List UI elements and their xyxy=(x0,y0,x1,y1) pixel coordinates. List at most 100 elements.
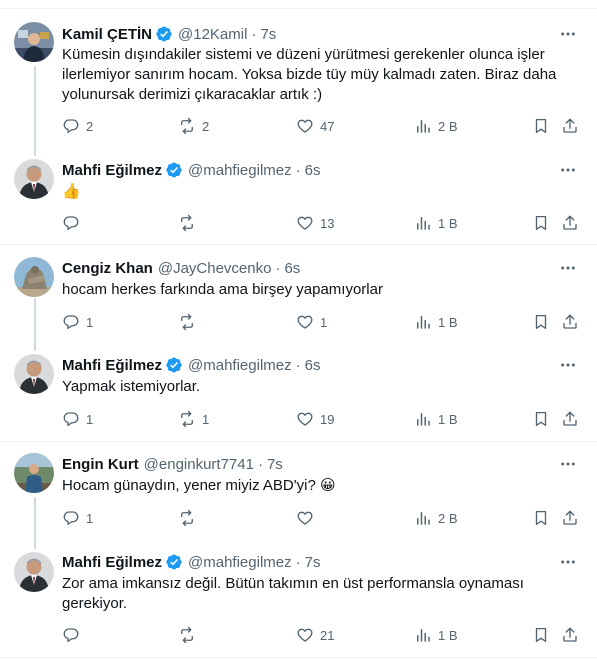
reply-button[interactable] xyxy=(62,213,86,233)
bookmark-button[interactable] xyxy=(532,116,550,136)
views-button[interactable]: 2 B xyxy=(414,508,458,528)
views-chart-icon xyxy=(417,512,430,525)
thread-connector-line xyxy=(34,66,36,156)
author-name[interactable]: Mahfi Eğilmez xyxy=(62,554,162,571)
avatar[interactable] xyxy=(14,552,54,592)
reply-button[interactable] xyxy=(62,625,86,645)
timestamp[interactable]: 6s xyxy=(305,357,321,374)
avatar[interactable] xyxy=(14,354,54,394)
user-avatar-photo-icon xyxy=(14,453,54,493)
like-button[interactable] xyxy=(296,508,320,528)
like-button[interactable]: 47 xyxy=(296,116,334,136)
avatar[interactable] xyxy=(14,159,54,199)
timestamp[interactable]: 7s xyxy=(305,554,321,571)
like-button[interactable]: 1 xyxy=(296,312,327,332)
tweet-text: Hocam günaydın, yener miyiz ABD'yi? 😀 xyxy=(62,477,336,494)
separator-dot: · xyxy=(295,356,301,374)
share-button[interactable] xyxy=(561,625,579,645)
share-icon xyxy=(563,510,577,525)
tweet-header: Kamil ÇETİN @12Kamil · 7s xyxy=(62,24,276,44)
author-name[interactable]: Cengiz Khan xyxy=(62,260,153,277)
like-button[interactable]: 13 xyxy=(296,213,334,233)
bookmark-button[interactable] xyxy=(532,409,550,429)
more-options-icon[interactable] xyxy=(558,24,578,44)
more-options-icon[interactable] xyxy=(558,160,578,180)
like-button[interactable]: 19 xyxy=(296,409,334,429)
author-handle[interactable]: @mahfiegilmez xyxy=(188,554,292,571)
tweet-header: Mahfi Eğilmez @mahfiegilmez · 6s xyxy=(62,160,320,180)
share-button[interactable] xyxy=(561,116,579,136)
retweet-button[interactable] xyxy=(178,508,202,528)
author-handle[interactable]: @mahfiegilmez xyxy=(188,357,292,374)
timestamp[interactable]: 6s xyxy=(305,162,321,179)
reply-button[interactable]: 1 xyxy=(62,312,93,332)
like-button[interactable]: 21 xyxy=(296,625,334,645)
views-button[interactable]: 2 B xyxy=(414,116,458,136)
author-name[interactable]: Engin Kurt xyxy=(62,456,139,473)
reply-button[interactable]: 1 xyxy=(62,409,93,429)
reply-icon xyxy=(63,216,79,231)
tweet-text: hocam herkes farkında ama birşey yapamıy… xyxy=(62,281,383,298)
timestamp[interactable]: 7s xyxy=(260,26,276,43)
retweet-count: 2 xyxy=(202,118,210,134)
bookmark-button[interactable] xyxy=(532,312,550,332)
bookmark-icon xyxy=(535,627,547,643)
view-count: 2 B xyxy=(438,510,458,526)
conversation-divider xyxy=(0,244,597,245)
more-options-icon[interactable] xyxy=(558,258,578,278)
retweet-button[interactable] xyxy=(178,625,202,645)
author-name[interactable]: Mahfi Eğilmez xyxy=(62,162,162,179)
views-button[interactable]: 1 B xyxy=(414,213,458,233)
share-button[interactable] xyxy=(561,312,579,332)
author-handle[interactable]: @12Kamil xyxy=(178,26,247,43)
heart-icon xyxy=(297,412,313,426)
reply-count: 1 xyxy=(86,314,94,330)
reply-button[interactable]: 1 xyxy=(62,508,93,528)
retweet-button[interactable] xyxy=(178,312,202,332)
heart-icon xyxy=(297,511,313,525)
tweet-text: Yapmak istemiyorlar. xyxy=(62,378,201,395)
author-name[interactable]: Mahfi Eğilmez xyxy=(62,357,162,374)
reply-count: 1 xyxy=(86,510,94,526)
views-button[interactable]: 1 B xyxy=(414,312,458,332)
avatar[interactable] xyxy=(14,453,54,493)
more-options-icon[interactable] xyxy=(558,552,578,572)
retweet-button[interactable]: 1 xyxy=(178,409,209,429)
timestamp[interactable]: 7s xyxy=(267,456,283,473)
tweet-header: Mahfi Eğilmez @mahfiegilmez · 6s xyxy=(62,355,320,375)
author-handle[interactable]: @mahfiegilmez xyxy=(188,162,292,179)
reply-count: 1 xyxy=(86,411,94,427)
bookmark-button[interactable] xyxy=(532,625,550,645)
conversation-divider xyxy=(0,657,597,658)
bookmark-button[interactable] xyxy=(532,213,550,233)
heart-icon xyxy=(297,216,313,230)
bookmark-icon xyxy=(535,411,547,427)
timestamp[interactable]: 6s xyxy=(284,260,300,277)
avatar[interactable] xyxy=(14,22,54,62)
bookmark-button[interactable] xyxy=(532,508,550,528)
user-avatar-photo-icon xyxy=(14,257,54,297)
conversation-divider xyxy=(0,441,597,442)
retweet-button[interactable] xyxy=(178,213,202,233)
bookmark-icon xyxy=(535,314,547,330)
reply-icon xyxy=(63,628,79,643)
share-icon xyxy=(563,314,577,329)
views-chart-icon xyxy=(417,217,430,230)
retweet-icon xyxy=(181,214,193,232)
more-options-icon[interactable] xyxy=(558,355,578,375)
share-button[interactable] xyxy=(561,409,579,429)
views-button[interactable]: 1 B xyxy=(414,409,458,429)
share-button[interactable] xyxy=(561,213,579,233)
reply-button[interactable]: 2 xyxy=(62,116,93,136)
retweet-button[interactable]: 2 xyxy=(178,116,209,136)
share-button[interactable] xyxy=(561,508,579,528)
views-button[interactable]: 1 B xyxy=(414,625,458,645)
heart-icon xyxy=(297,119,313,133)
avatar[interactable] xyxy=(14,257,54,297)
more-options-icon[interactable] xyxy=(558,454,578,474)
author-handle[interactable]: @enginkurt7741 xyxy=(144,456,254,473)
author-name[interactable]: Kamil ÇETİN xyxy=(62,26,152,43)
separator-dot: · xyxy=(295,161,301,179)
reply-icon xyxy=(63,119,79,134)
author-handle[interactable]: @JayChevcenko xyxy=(158,260,272,277)
